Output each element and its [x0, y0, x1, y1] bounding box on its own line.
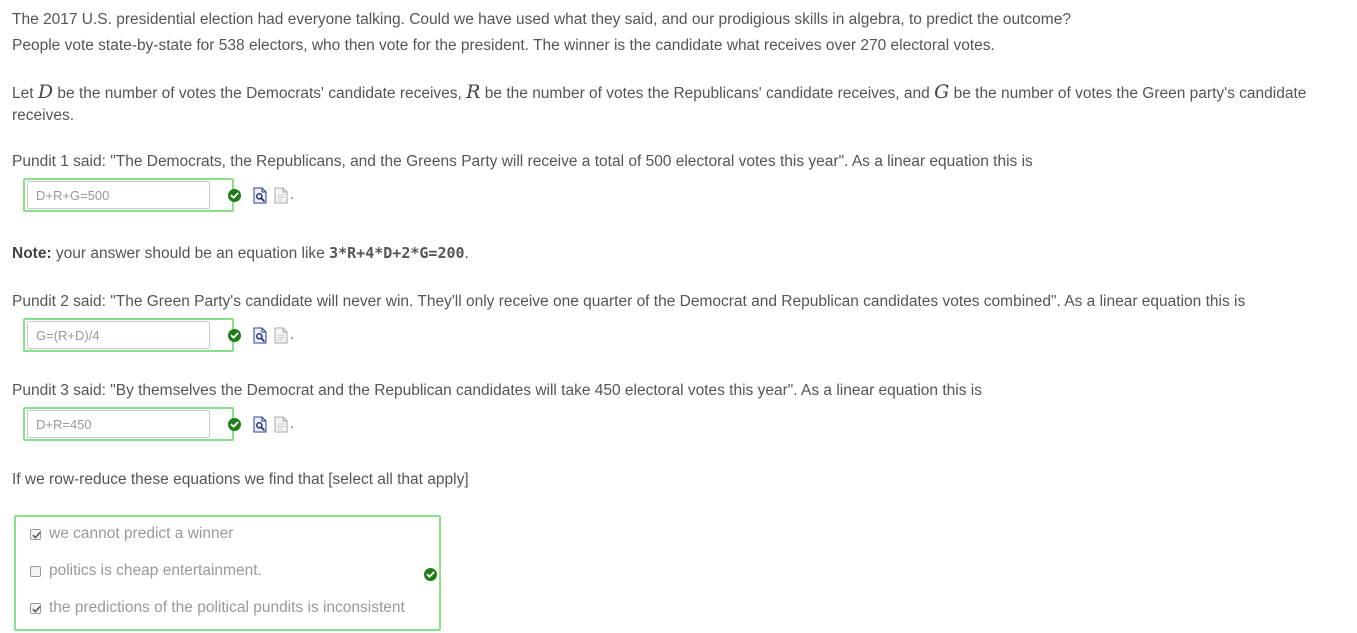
note-text: your answer should be an equation like	[51, 245, 330, 262]
row-reduce-question: If we row-reduce these equations we find…	[12, 471, 469, 488]
checkbox-checked[interactable]	[30, 602, 41, 614]
choice-label: we cannot predict a winner	[49, 525, 234, 542]
choice-label: the predictions of the political pundits…	[49, 599, 405, 616]
choice-cannot-predict[interactable]: we cannot predict a winner	[30, 525, 233, 543]
choice-inconsistent[interactable]: the predictions of the political pundits…	[30, 599, 405, 617]
intro-line-1: The 2017 U.S. presidential election had …	[12, 11, 1071, 28]
variable-r: R	[466, 81, 481, 103]
check-circle-icon	[228, 417, 241, 431]
answer-box-2	[23, 318, 241, 352]
answer-box-1	[23, 178, 241, 212]
preview-icon[interactable]	[253, 416, 267, 433]
answer-input-1[interactable]	[27, 181, 210, 209]
variables-text-1: Let	[12, 85, 38, 102]
choice-cheap-entertainment[interactable]: politics is cheap entertainment.	[30, 562, 262, 580]
check-circle-icon	[228, 188, 241, 202]
answer-input-3[interactable]	[27, 410, 210, 438]
variables-text-3: be the number of votes the Republicans' …	[480, 85, 935, 102]
sentence-period: .	[290, 326, 295, 343]
checkbox-unchecked[interactable]	[30, 565, 41, 577]
answer-format-note: Note: your answer should be an equation …	[12, 242, 469, 265]
help-document-icon[interactable]	[274, 416, 288, 433]
answer-box-3	[23, 407, 241, 441]
choices-box: we cannot predict a winner politics is c…	[14, 515, 441, 631]
answer-row-3: .	[23, 406, 294, 442]
answer-input-2[interactable]	[27, 321, 210, 349]
intro-line-2: People vote state-by-state for 538 elect…	[12, 37, 995, 54]
preview-icon[interactable]	[253, 327, 267, 344]
choice-label: politics is cheap entertainment.	[49, 562, 262, 579]
check-circle-icon	[424, 568, 437, 581]
variable-g: G	[934, 81, 950, 103]
checkbox-checked[interactable]	[30, 528, 41, 540]
variables-definition: Let D be the number of votes the Democra…	[12, 81, 1351, 127]
sentence-period: .	[290, 186, 295, 203]
variables-text-2: be the number of votes the Democrats' ca…	[53, 85, 467, 102]
help-document-icon[interactable]	[274, 327, 288, 344]
answer-row-2: .	[23, 317, 294, 353]
help-document-icon[interactable]	[274, 187, 288, 204]
note-example: 3*R+4*D+2*G=200	[329, 244, 465, 262]
note-end: .	[464, 245, 469, 262]
pundit-3-statement: Pundit 3 said: "By themselves the Democr…	[12, 382, 982, 399]
note-label: Note:	[12, 245, 52, 262]
pundit-1-statement: Pundit 1 said: "The Democrats, the Repub…	[12, 153, 1033, 170]
variable-d: D	[37, 81, 54, 103]
answer-row-1: .	[23, 177, 294, 213]
check-circle-icon	[228, 328, 241, 342]
preview-icon[interactable]	[253, 187, 267, 204]
pundit-2-statement: Pundit 2 said: "The Green Party's candid…	[12, 293, 1246, 310]
sentence-period: .	[290, 415, 295, 432]
